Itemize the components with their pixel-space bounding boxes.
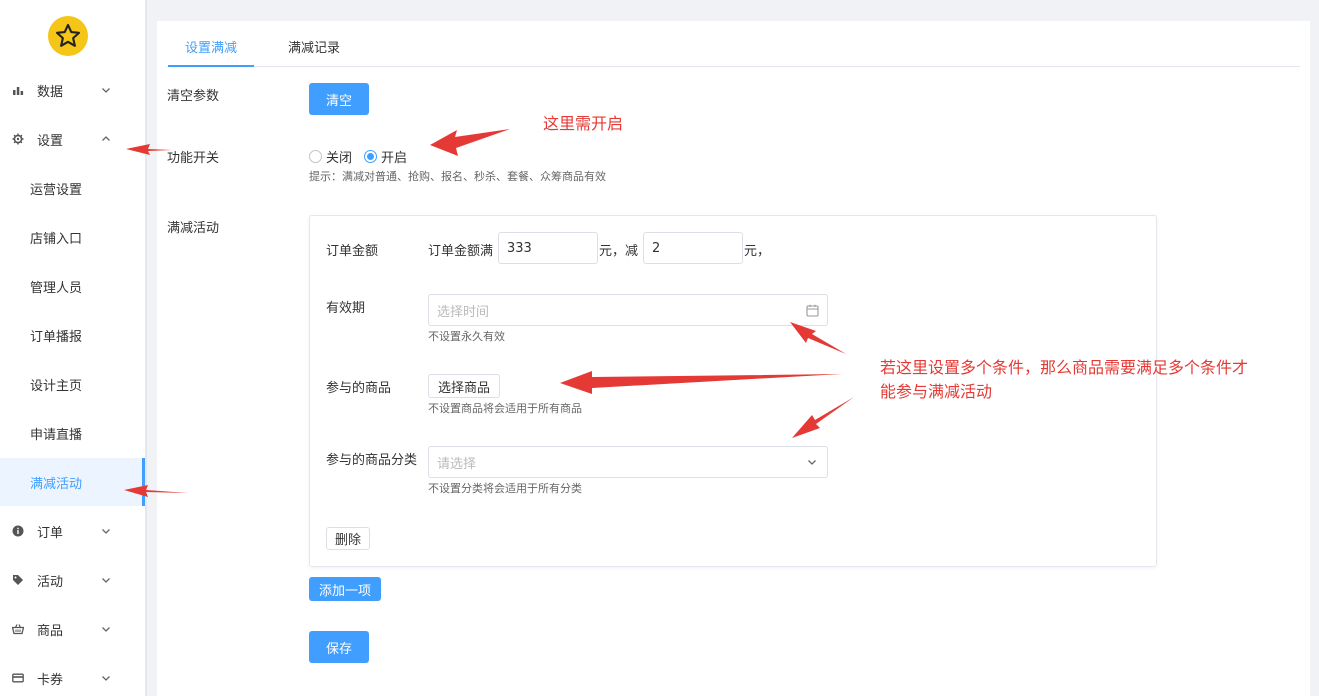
- sidebar-item-store-entry[interactable]: 店铺入口: [0, 213, 145, 261]
- amount-unit: 元，减: [599, 244, 639, 259]
- sub-label: 满减活动: [30, 476, 83, 492]
- discount-input[interactable]: [643, 232, 743, 264]
- feature-switch-radio-group: 关闭 开启: [309, 147, 419, 166]
- annotation-enable-note: 这里需开启: [543, 114, 624, 133]
- chevron-down-icon: [100, 84, 112, 96]
- goods-label: 参与的商品: [326, 381, 392, 396]
- menu-label: 数据: [37, 84, 64, 100]
- sub-label: 管理人员: [30, 280, 83, 296]
- activity-label: 满减活动: [167, 221, 220, 236]
- switch-tip: 提示：满减对普通、抢购、报名、秒杀、套餐、众筹商品有效: [309, 170, 606, 183]
- category-select[interactable]: 请选择: [428, 446, 828, 478]
- tag-icon: [11, 573, 25, 587]
- menu-label: 商品: [37, 623, 64, 639]
- menu-label: 设置: [37, 133, 64, 149]
- delete-button[interactable]: 删除: [326, 527, 370, 550]
- chevron-down-icon: [100, 623, 112, 635]
- sub-label: 申请直播: [30, 427, 83, 443]
- sidebar-item-design-homepage[interactable]: 设计主页: [0, 360, 145, 408]
- amount-prefix: 订单金额满: [428, 244, 494, 259]
- card-icon: [11, 671, 25, 685]
- chevron-down-icon: [805, 455, 819, 469]
- select-goods-button[interactable]: 选择商品: [428, 374, 500, 398]
- validity-tip: 不设置永久有效: [428, 330, 505, 343]
- radio-on[interactable]: 开启: [364, 147, 407, 166]
- menu-item-coupons[interactable]: 卡券: [0, 654, 145, 696]
- menu-item-goods[interactable]: 商品: [0, 605, 145, 653]
- chevron-down-icon: [100, 672, 112, 684]
- menu-item-data[interactable]: 数据: [0, 66, 145, 114]
- sidebar-item-full-reduction[interactable]: 满减活动: [0, 458, 145, 506]
- sidebar: 数据 设置 运营设置 店铺入口 管理人员 订单播报 设计主页 申请直播 满减活动…: [0, 0, 147, 696]
- reduction-item-panel: 订单金额 订单金额满 元，减 元， 有效期 选择时间 不设置永久有效 参与的商品…: [309, 215, 1157, 567]
- tab-reduction-records[interactable]: 满减记录: [284, 37, 344, 67]
- feature-switch-label: 功能开关: [167, 151, 220, 166]
- info-circle-icon: [11, 524, 25, 538]
- menu-item-activities[interactable]: 活动: [0, 556, 145, 604]
- sidebar-item-apply-live[interactable]: 申请直播: [0, 409, 145, 457]
- chevron-down-icon: [100, 525, 112, 537]
- sidebar-item-order-broadcast[interactable]: 订单播报: [0, 311, 145, 359]
- category-label: 参与的商品分类: [326, 453, 418, 468]
- sidebar-item-managers[interactable]: 管理人员: [0, 262, 145, 310]
- basket-icon: [11, 622, 25, 636]
- menu-label: 活动: [37, 574, 64, 590]
- radio-on-label: 开启: [381, 151, 408, 166]
- save-button[interactable]: 保存: [309, 631, 369, 663]
- radio-on-circle[interactable]: [364, 150, 378, 163]
- tab-bar: 设置满减 满减记录: [168, 37, 1300, 67]
- menu-item-settings[interactable]: 设置: [0, 115, 145, 163]
- chevron-down-icon: [100, 574, 112, 586]
- category-tip: 不设置分类将会适用于所有分类: [428, 482, 582, 495]
- category-placeholder: 请选择: [437, 456, 477, 472]
- clear-params-label: 清空参数: [167, 89, 220, 104]
- chevron-up-icon: [100, 133, 112, 145]
- star-icon: [55, 23, 81, 47]
- add-item-button[interactable]: 添加一项: [309, 577, 381, 601]
- radio-off[interactable]: 关闭: [309, 147, 352, 166]
- order-amount-label: 订单金额: [326, 244, 379, 259]
- discount-unit: 元，: [744, 244, 771, 259]
- validity-label: 有效期: [326, 301, 366, 316]
- sidebar-item-operation-settings[interactable]: 运营设置: [0, 164, 145, 212]
- menu-label: 订单: [37, 525, 64, 541]
- gear-icon: [11, 132, 25, 146]
- menu-label: 卡券: [37, 672, 64, 688]
- clear-button[interactable]: 清空: [309, 83, 369, 115]
- validity-placeholder: 选择时间: [437, 304, 490, 320]
- annotation-conditions-line2: 能参与满减活动: [880, 382, 993, 401]
- sub-label: 运营设置: [30, 182, 83, 198]
- tab-set-reduction[interactable]: 设置满减: [168, 37, 254, 67]
- amount-input[interactable]: [498, 232, 598, 264]
- annotation-conditions-line1: 若这里设置多个条件，那么商品需要满足多个条件才: [880, 358, 1249, 377]
- radio-off-label: 关闭: [326, 151, 353, 166]
- bar-chart-icon: [11, 83, 25, 97]
- calendar-icon: [805, 303, 819, 317]
- sub-label: 订单播报: [30, 329, 83, 345]
- radio-off-circle[interactable]: [309, 150, 322, 163]
- sub-label: 店铺入口: [30, 231, 83, 247]
- sub-label: 设计主页: [30, 378, 83, 394]
- validity-date-picker[interactable]: 选择时间: [428, 294, 828, 326]
- goods-tip: 不设置商品将会适用于所有商品: [428, 402, 582, 415]
- logo: [48, 16, 88, 56]
- menu-item-orders[interactable]: 订单: [0, 507, 145, 555]
